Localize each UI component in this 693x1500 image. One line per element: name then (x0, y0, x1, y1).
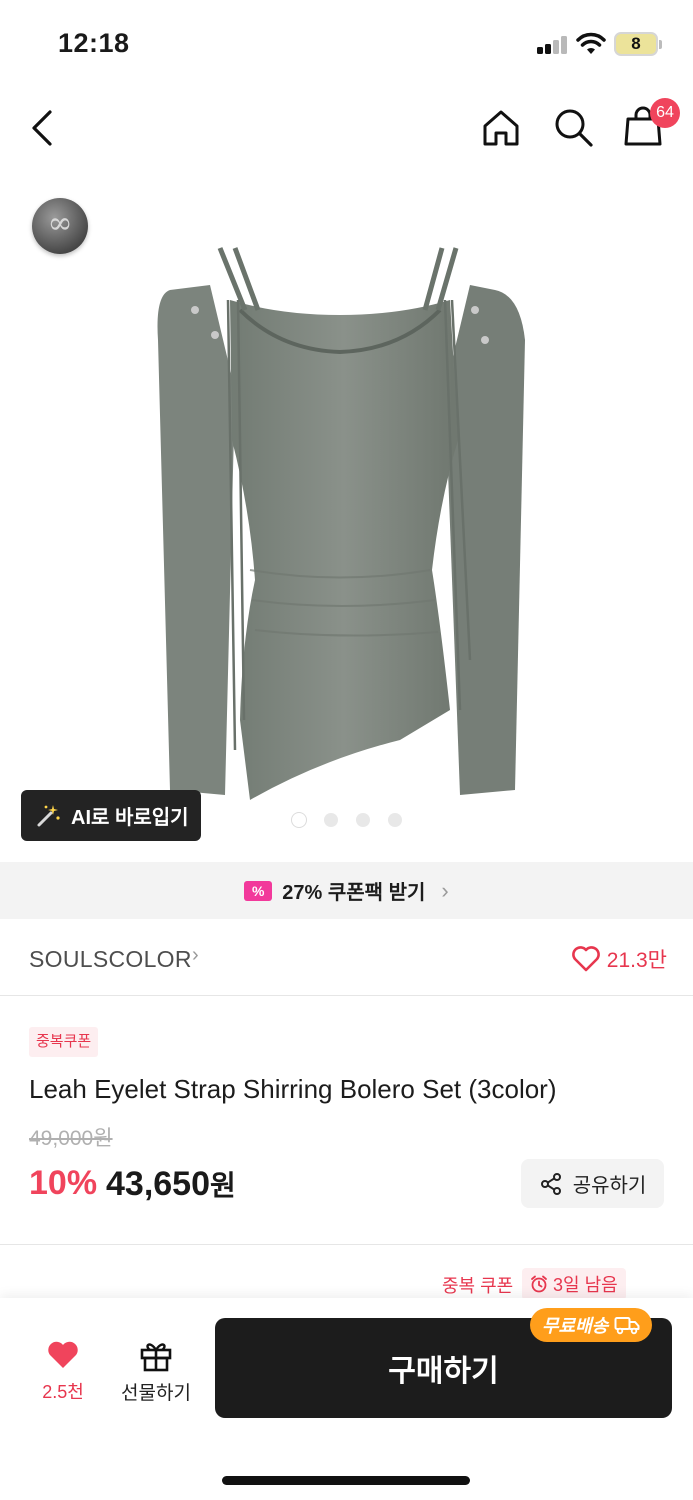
original-price: 49,000원 (29, 1127, 113, 1150)
brand-like-button[interactable]: 21.3만 (571, 944, 667, 974)
carousel-dot[interactable] (356, 813, 370, 827)
duplicate-coupon-label: 중복 쿠폰 (442, 1276, 514, 1296)
sale-price-value: 43,650 (106, 1165, 210, 1203)
brand-logo[interactable] (32, 198, 88, 254)
free-shipping-label: 무료배송 (542, 1316, 609, 1336)
ai-try-on-button[interactable]: AI로 바로입기 (21, 790, 201, 841)
coupon-icon (244, 880, 273, 901)
ai-try-on-label: AI로 바로입기 (71, 807, 189, 829)
status-time: 12:18 (58, 28, 130, 58)
back-arrow-icon[interactable] (22, 104, 66, 152)
signal-icon (537, 36, 567, 54)
top-nav (0, 88, 693, 168)
wishlist-count: 2.5천 (42, 1382, 84, 1402)
heart-outline-icon (571, 946, 600, 972)
coupon-pack-banner[interactable]: 27% 쿠폰팩 받기 › (0, 862, 693, 919)
chevron-right-icon: › (192, 944, 199, 966)
discount-rate: 10% (29, 1164, 98, 1202)
product-title: Leah Eyelet Strap Shirring Bolero Set (3… (29, 1074, 557, 1104)
heart-filled-icon (48, 1341, 78, 1368)
coupon-days-left-badge: 3일 남음 (522, 1268, 626, 1300)
brand-name-link[interactable]: SOULSCOLOR (29, 946, 192, 973)
truck-icon (614, 1317, 640, 1335)
share-button[interactable]: 공유하기 (521, 1159, 664, 1208)
duplicate-coupon-tag: 중복쿠폰 (29, 1027, 99, 1057)
battery-indicator: 8 (614, 32, 662, 56)
cart-count-badge: 64 (650, 98, 680, 128)
product-image-carousel[interactable] (0, 180, 693, 860)
gift-button[interactable]: 선물하기 (116, 1338, 196, 1405)
search-icon[interactable] (550, 104, 596, 150)
gift-icon (140, 1343, 172, 1372)
section-divider (0, 1244, 693, 1245)
wifi-icon (576, 32, 606, 54)
carousel-dots (292, 813, 402, 827)
days-left-text: 3일 남음 (553, 1275, 618, 1295)
free-shipping-badge: 무료배송 (530, 1308, 653, 1342)
currency-label: 원 (210, 1170, 236, 1201)
bottom-action-bar: 2.5천 선물하기 구매하기 무료배송 (0, 1298, 693, 1500)
sale-price: 43,650원 (106, 1164, 236, 1204)
brand-row: SOULSCOLOR › 21.3만 (0, 920, 693, 996)
carousel-dot[interactable] (292, 813, 306, 827)
status-bar: 12:18 8 (0, 0, 693, 88)
coupon-pack-label: 27% 쿠폰팩 받기 (282, 882, 426, 904)
share-label: 공유하기 (572, 1175, 647, 1197)
home-indicator (222, 1476, 470, 1485)
gift-label: 선물하기 (121, 1383, 191, 1404)
carousel-dot[interactable] (324, 813, 338, 827)
alarm-clock-icon (531, 1275, 547, 1293)
share-icon (540, 1172, 561, 1195)
magic-wand-icon (37, 804, 60, 826)
chevron-right-icon: › (441, 877, 449, 903)
carousel-dot[interactable] (388, 813, 402, 827)
brand-like-count: 21.3만 (606, 949, 667, 972)
wishlist-button[interactable]: 2.5천 (30, 1340, 96, 1404)
home-icon[interactable] (478, 104, 524, 150)
product-image (157, 247, 525, 800)
